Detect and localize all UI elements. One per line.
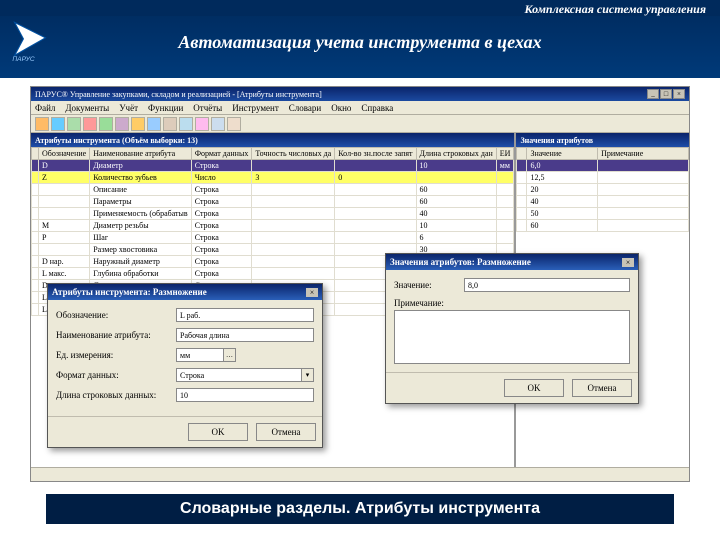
menu-Окно[interactable]: Окно — [331, 103, 351, 113]
close-icon[interactable]: × — [306, 288, 318, 297]
toolbar-btn-7[interactable] — [147, 117, 161, 131]
chevron-down-icon[interactable]: ▾ — [302, 368, 314, 382]
lookup-icon[interactable]: … — [224, 348, 236, 362]
note-textarea[interactable] — [394, 310, 630, 364]
table-row[interactable]: ОписаниеСтрока60 — [32, 184, 514, 196]
tagline: Комплексная система управления — [524, 2, 706, 17]
name-label: Наименование атрибута: — [56, 330, 176, 340]
menu-Документы[interactable]: Документы — [65, 103, 109, 113]
toolbar-btn-10[interactable] — [195, 117, 209, 131]
dialog-val: Значения атрибутов: Размножение × Значен… — [385, 253, 639, 404]
name-input[interactable]: Рабочая длина — [176, 328, 314, 342]
format-select[interactable]: Строка — [176, 368, 302, 382]
menu-Словари[interactable]: Словари — [289, 103, 321, 113]
ok-button[interactable]: OK — [188, 423, 248, 441]
format-label: Формат данных: — [56, 370, 176, 380]
cancel-button[interactable]: Отмена — [572, 379, 632, 397]
menu-Функции[interactable]: Функции — [148, 103, 183, 113]
len-input[interactable]: 10 — [176, 388, 314, 402]
table-row[interactable]: 50 — [517, 208, 689, 220]
toolbar-btn-2[interactable] — [67, 117, 81, 131]
code-input[interactable]: L раб. — [176, 308, 314, 322]
unit-input[interactable]: мм — [176, 348, 224, 362]
menu-Отчёты[interactable]: Отчёты — [193, 103, 222, 113]
dialog-attr-title: Атрибуты инструмента: Размножение — [52, 287, 207, 297]
table-row[interactable]: 20 — [517, 184, 689, 196]
maximize-icon[interactable]: □ — [660, 89, 672, 99]
toolbar-btn-12[interactable] — [227, 117, 241, 131]
svg-text:ПАРУС: ПАРУС — [12, 56, 34, 62]
toolbar-btn-5[interactable] — [115, 117, 129, 131]
table-row[interactable]: ZКоличество зубьевЧисло30 — [32, 172, 514, 184]
value-label: Значение: — [394, 280, 464, 290]
note-label: Примечание: — [394, 298, 444, 308]
toolbar-btn-11[interactable] — [211, 117, 225, 131]
toolbar-btn-9[interactable] — [179, 117, 193, 131]
table-row[interactable]: 6,0 — [517, 160, 689, 172]
menu-Учёт[interactable]: Учёт — [119, 103, 138, 113]
len-label: Длина строковых данных: — [56, 390, 176, 400]
toolbar-btn-8[interactable] — [163, 117, 177, 131]
toolbar-btn-3[interactable] — [83, 117, 97, 131]
table-row[interactable]: DДиаметрСтрока10мм — [32, 160, 514, 172]
toolbar-btn-0[interactable] — [35, 117, 49, 131]
value-input[interactable]: 8,0 — [464, 278, 630, 292]
menu-Справка[interactable]: Справка — [361, 103, 393, 113]
unit-label: Ед. измерения: — [56, 350, 176, 360]
footer-caption: Словарные разделы. Атрибуты инструмента — [46, 494, 674, 524]
close-icon[interactable]: × — [673, 89, 685, 99]
left-panel-header: Атрибуты инструмента (Объём выборки: 13) — [31, 133, 514, 147]
table-row[interactable]: Применяемость (обрабатывСтрока40 — [32, 208, 514, 220]
dialog-attr: Атрибуты инструмента: Размножение × Обоз… — [47, 283, 323, 448]
window-title: ПАРУС® Управление закупками, складом и р… — [35, 90, 647, 99]
page-title: Автоматизация учета инструмента в цехах — [0, 32, 720, 53]
code-label: Обозначение: — [56, 310, 176, 320]
toolbar-btn-6[interactable] — [131, 117, 145, 131]
menu-Файл[interactable]: Файл — [35, 103, 55, 113]
table-row[interactable]: 40 — [517, 196, 689, 208]
table-row[interactable]: МДиаметр резьбыСтрока10 — [32, 220, 514, 232]
ok-button[interactable]: OK — [504, 379, 564, 397]
right-panel-header: Значения атрибутов — [516, 133, 689, 147]
toolbar-btn-1[interactable] — [51, 117, 65, 131]
table-row[interactable]: 12,5 — [517, 172, 689, 184]
table-row[interactable]: 60 — [517, 220, 689, 232]
app-window: ПАРУС® Управление закупками, складом и р… — [30, 86, 690, 482]
cancel-button[interactable]: Отмена — [256, 423, 316, 441]
status-bar — [31, 467, 689, 481]
toolbar-btn-4[interactable] — [99, 117, 113, 131]
minimize-icon[interactable]: _ — [647, 89, 659, 99]
menu-Инструмент[interactable]: Инструмент — [232, 103, 279, 113]
dialog-val-title: Значения атрибутов: Размножение — [390, 257, 531, 267]
table-row[interactable]: РШагСтрока6 — [32, 232, 514, 244]
table-row[interactable]: ПараметрыСтрока60 — [32, 196, 514, 208]
close-icon[interactable]: × — [622, 258, 634, 267]
